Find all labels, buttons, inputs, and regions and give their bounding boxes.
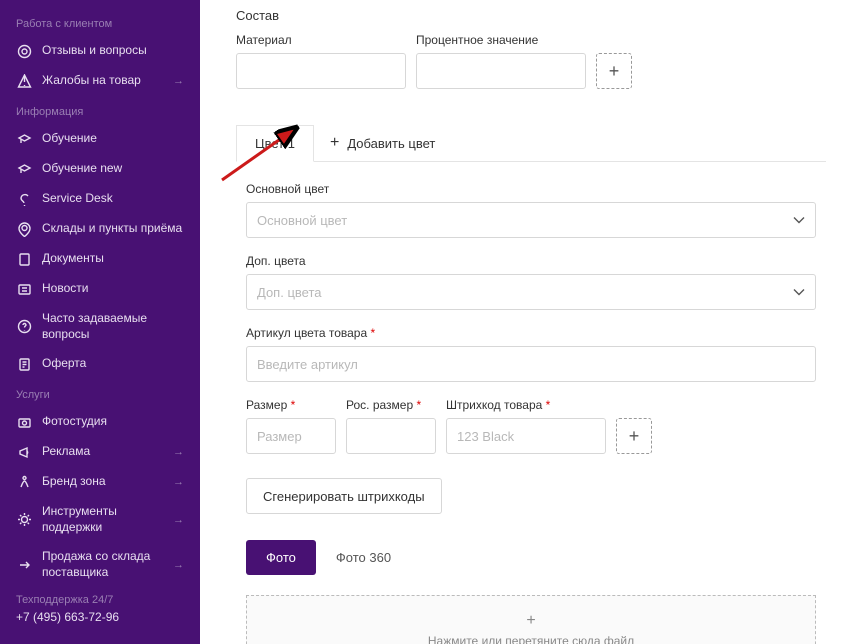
offer-icon: [16, 356, 32, 372]
sidebar-item-label: Обучение: [42, 131, 184, 147]
reviews-icon: [16, 43, 32, 59]
size-label: Размер *: [246, 398, 336, 412]
main-color-placeholder: Основной цвет: [257, 213, 347, 228]
support-phone: +7 (495) 663-72-96: [16, 610, 119, 624]
service-desk-icon: [16, 191, 32, 207]
barcode-label: Штрихкод товара *: [446, 398, 606, 412]
sidebar-item-label: Бренд зона: [42, 474, 173, 490]
sidebar-item-ads[interactable]: Реклама→: [0, 437, 200, 467]
sidebar-item-label: Жалобы на товар: [42, 73, 173, 89]
sidebar-item-training-new[interactable]: Обучение new: [0, 154, 200, 184]
section-client: Работа с клиентом: [0, 8, 200, 36]
tab-photo[interactable]: Фото: [246, 540, 316, 575]
faq-icon: [16, 319, 32, 335]
chevron-right-icon: →: [173, 446, 184, 458]
sidebar-item-training[interactable]: Обучение: [0, 124, 200, 154]
plus-icon: +: [330, 134, 339, 152]
sidebar-item-warehouses[interactable]: Склады и пункты приёма: [0, 214, 200, 244]
chevron-down-icon: [793, 285, 805, 300]
main-color-select[interactable]: Основной цвет: [246, 202, 816, 238]
sidebar-item-label: Часто задаваемые вопросы: [42, 311, 184, 342]
section-info: Информация: [0, 96, 200, 124]
tab-photo-360[interactable]: Фото 360: [316, 540, 411, 575]
photo-tabs: Фото Фото 360: [246, 540, 816, 575]
warehouses-icon: [16, 221, 32, 237]
support-tools-icon: [16, 512, 32, 528]
sidebar-item-label: Новости: [42, 281, 184, 297]
sidebar-item-news[interactable]: Новости: [0, 274, 200, 304]
sidebar-item-reviews[interactable]: Отзывы и вопросы: [0, 36, 200, 66]
tab-color-1[interactable]: Цвет 1: [236, 125, 314, 162]
support-block: Техподдержка 24/7 +7 (495) 663-72-96: [16, 594, 119, 624]
sidebar-item-photostudio[interactable]: Фотостудия: [0, 407, 200, 437]
add-colors-label: Доп. цвета: [246, 254, 816, 268]
add-size-button[interactable]: +: [616, 418, 652, 454]
photo-dropzone[interactable]: + Нажмите или перетяните сюда файл: [246, 595, 816, 644]
rus-size-input[interactable]: [346, 418, 436, 454]
sidebar-item-documents[interactable]: Документы: [0, 244, 200, 274]
documents-icon: [16, 251, 32, 267]
sidebar-item-label: Склады и пункты приёма: [42, 221, 184, 237]
sidebar-item-faq[interactable]: Часто задаваемые вопросы: [0, 304, 200, 349]
chevron-down-icon: [793, 213, 805, 228]
sidebar-item-support-tools[interactable]: Инструменты поддержки→: [0, 497, 200, 542]
sidebar: Работа с клиентом Отзывы и вопросы Жалобы…: [0, 0, 200, 644]
material-input[interactable]: [236, 53, 406, 89]
add-color-label: Добавить цвет: [347, 136, 435, 151]
sidebar-item-label: Отзывы и вопросы: [42, 43, 184, 59]
main-color-label: Основной цвет: [246, 182, 816, 196]
add-colors-placeholder: Доп. цвета: [257, 285, 322, 300]
ads-icon: [16, 444, 32, 460]
article-label: Артикул цвета товара *: [246, 326, 816, 340]
sidebar-item-label: Фотостудия: [42, 414, 184, 430]
plus-icon: +: [526, 612, 535, 630]
sidebar-item-brandzone[interactable]: Бренд зона→: [0, 467, 200, 497]
news-icon: [16, 281, 32, 297]
sidebar-item-label: Оферта: [42, 356, 184, 372]
size-input[interactable]: [246, 418, 336, 454]
complaints-icon: [16, 73, 32, 89]
color-tabs: Цвет 1 + Добавить цвет: [236, 125, 826, 162]
chevron-right-icon: →: [173, 75, 184, 87]
add-color-button[interactable]: + Добавить цвет: [314, 134, 451, 152]
sidebar-item-label: Service Desk: [42, 191, 184, 207]
section-services: Услуги: [0, 379, 200, 407]
sidebar-item-label: Продажа со склада поставщика: [42, 549, 173, 580]
composition-title: Состав: [236, 8, 826, 23]
barcode-input[interactable]: [446, 418, 606, 454]
photostudio-icon: [16, 414, 32, 430]
supplier-sales-icon: [16, 557, 32, 573]
sidebar-item-label: Обучение new: [42, 161, 184, 177]
dropzone-text: Нажмите или перетяните сюда файл: [428, 634, 634, 644]
percent-input[interactable]: [416, 53, 586, 89]
add-colors-select[interactable]: Доп. цвета: [246, 274, 816, 310]
chevron-right-icon: →: [173, 559, 184, 571]
material-label: Материал: [236, 33, 406, 47]
sidebar-item-complaints[interactable]: Жалобы на товар→: [0, 66, 200, 96]
article-input[interactable]: [246, 346, 816, 382]
support-label: Техподдержка 24/7: [16, 594, 119, 606]
color-form: Основной цвет Основной цвет Доп. цвета Д…: [236, 162, 826, 644]
sidebar-item-label: Инструменты поддержки: [42, 504, 173, 535]
training-icon: [16, 131, 32, 147]
sidebar-item-offer[interactable]: Оферта: [0, 349, 200, 379]
percent-label: Процентное значение: [416, 33, 586, 47]
main-content: Состав Материал Процентное значение + Цв…: [200, 0, 846, 644]
sidebar-item-service-desk[interactable]: Service Desk: [0, 184, 200, 214]
sidebar-item-supplier-sales[interactable]: Продажа со склада поставщика→: [0, 542, 200, 587]
sidebar-item-label: Реклама: [42, 444, 173, 460]
add-composition-button[interactable]: +: [596, 53, 632, 89]
brandzone-icon: [16, 474, 32, 490]
sidebar-item-label: Документы: [42, 251, 184, 267]
chevron-right-icon: →: [173, 476, 184, 488]
chevron-right-icon: →: [173, 514, 184, 526]
rus-size-label: Рос. размер *: [346, 398, 436, 412]
training-new-icon: [16, 161, 32, 177]
generate-barcodes-button[interactable]: Сгенерировать штрихкоды: [246, 478, 442, 514]
